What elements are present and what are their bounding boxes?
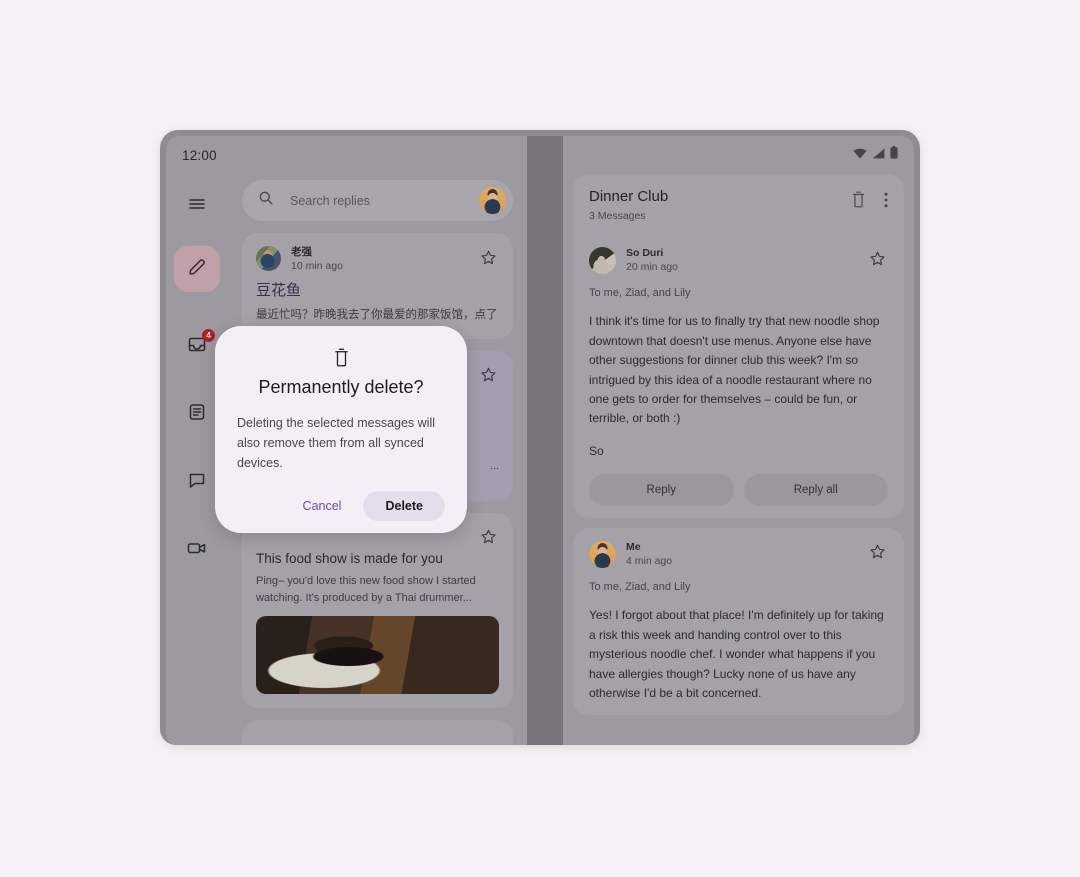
- cancel-button[interactable]: Cancel: [287, 491, 358, 521]
- dialog-actions: Cancel Delete: [237, 491, 445, 522]
- dialog-title: Permanently delete?: [258, 377, 424, 397]
- dialog-body-text: Deleting the selected messages will also…: [237, 415, 436, 471]
- permanently-delete-dialog: Permanently delete? Deleting the selecte…: [215, 326, 467, 534]
- trash-icon: [237, 348, 445, 367]
- delete-button[interactable]: Delete: [363, 491, 445, 522]
